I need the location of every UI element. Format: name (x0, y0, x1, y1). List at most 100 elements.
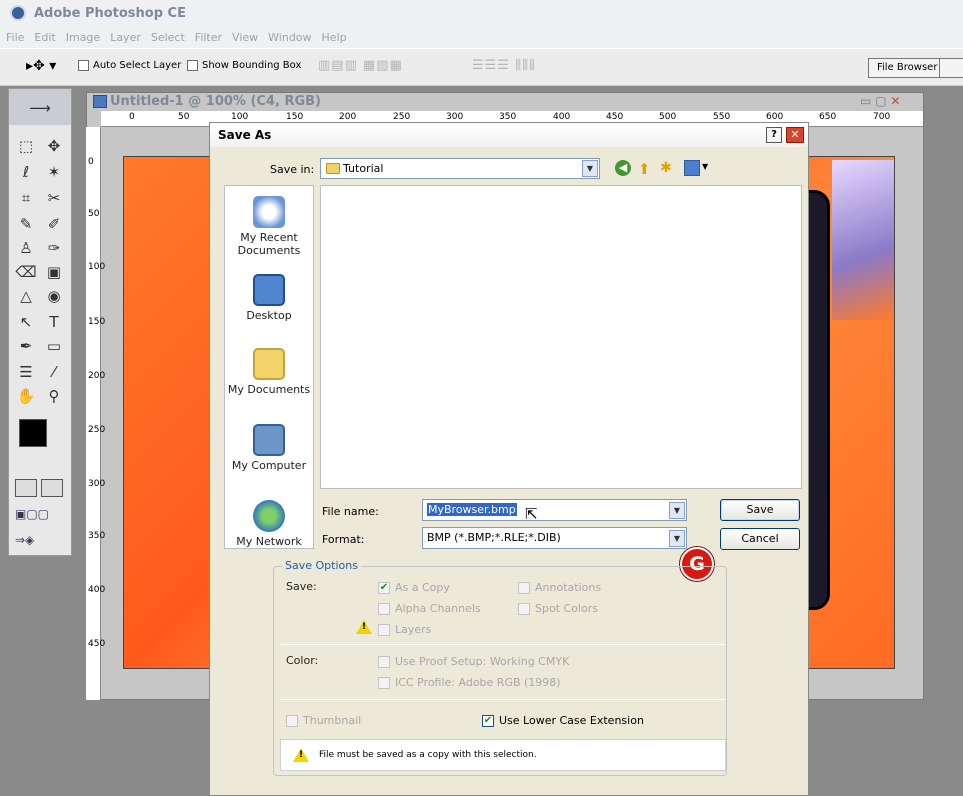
chevron-down-icon[interactable]: ▼ (669, 502, 685, 519)
shape-tool-icon[interactable]: ▭ (41, 335, 67, 357)
foreground-color-swatch[interactable] (19, 419, 47, 447)
menu-window[interactable]: Window (262, 28, 315, 44)
ruler-tick: 700 (873, 112, 891, 122)
menu-layer[interactable]: Layer (104, 28, 145, 44)
app-title: Adobe Photoshop CE (34, 6, 186, 21)
eyedropper-icon[interactable]: ⁄ (41, 361, 67, 383)
spot-colors-checkbox (518, 602, 530, 615)
screen-mode-icons[interactable]: ▣▢▢ (15, 507, 63, 523)
dialog-title: Save As (218, 128, 272, 142)
minimize-button[interactable]: ▭ (860, 94, 871, 108)
place-desktop[interactable]: Desktop (225, 274, 313, 322)
lasso-tool-icon[interactable]: ℓ (13, 161, 39, 183)
dodge-tool-icon[interactable]: ◉ (41, 285, 67, 307)
crop-tool-icon[interactable]: ⌗ (13, 187, 39, 209)
ruler-tick: 50 (88, 209, 100, 219)
save-button[interactable]: Save (720, 499, 800, 521)
place-my-recent-documents[interactable]: My Recent Documents (225, 196, 313, 257)
up-folder-icon[interactable]: ⬆ (638, 160, 651, 178)
marquee-tool-icon[interactable]: ⬚ (13, 135, 39, 157)
as-a-copy-checkbox (378, 581, 390, 594)
menu-filter[interactable]: Filter (189, 28, 226, 44)
show-bounding-box-option[interactable]: Show Bounding Box (187, 60, 301, 71)
ruler-tick: 300 (446, 112, 464, 122)
view-menu-icon[interactable] (684, 160, 700, 176)
chevron-down-icon[interactable]: ▼ (669, 530, 685, 547)
ruler-tick: 350 (499, 112, 517, 122)
lower-case-extension-checkbox[interactable] (482, 714, 494, 727)
place-my-documents[interactable]: My Documents (225, 348, 313, 396)
bounding-box-checkbox[interactable] (187, 60, 198, 71)
lower-case-extension-label: Use Lower Case Extension (499, 714, 644, 727)
alpha-channels-checkbox (378, 602, 390, 615)
menu-file[interactable]: File (0, 28, 28, 44)
view-menu-chevron-icon[interactable]: ▼ (702, 162, 708, 171)
eraser-tool-icon[interactable]: ⌫ (13, 261, 39, 283)
slice-tool-icon[interactable]: ✂ (41, 187, 67, 209)
stamp-tool-icon[interactable]: ♙ (13, 237, 39, 259)
place-my-network[interactable]: My Network (225, 500, 313, 548)
quick-mask-icon[interactable] (41, 479, 63, 497)
format-dropdown[interactable]: BMP (*.BMP;*.RLE;*.DIB) ▼ (422, 527, 687, 549)
path-select-icon[interactable]: ↖ (13, 311, 39, 333)
back-icon[interactable]: ◀ (615, 160, 631, 176)
feather-icon[interactable]: ⟶ (27, 97, 53, 119)
close-document-button[interactable]: ✕ (890, 94, 900, 108)
my-network-icon (253, 500, 285, 532)
move-tool-icon[interactable]: ▸✥ ▾ (26, 58, 56, 74)
file-browser-tab[interactable]: File Browser (868, 58, 940, 78)
distribute-icons[interactable]: ☰☰☰ ⫼⫼⫼ (472, 58, 536, 73)
save-as-dialog: Save As ? ✕ Save in: Tutorial ▼ ◀ ⬆ ✱ ▼ … (209, 122, 809, 796)
brush-tool-icon[interactable]: ✐ (41, 213, 67, 235)
file-list[interactable] (320, 185, 802, 489)
cancel-button[interactable]: Cancel (720, 528, 800, 550)
notes-tool-icon[interactable]: ☰ (13, 361, 39, 383)
bounding-box-label: Show Bounding Box (202, 60, 302, 71)
ruler-tick: 600 (766, 112, 784, 122)
palette-well-tab[interactable] (940, 58, 963, 78)
magic-wand-icon[interactable]: ✶ (41, 161, 67, 183)
help-button[interactable]: ? (766, 127, 782, 143)
file-name-input[interactable]: MyBrowser.bmp ▼ (422, 499, 687, 521)
save-in-dropdown[interactable]: Tutorial ▼ (320, 158, 600, 179)
places-bar: My Recent Documents Desktop My Documents… (224, 185, 314, 549)
divider (280, 699, 726, 700)
type-tool-icon[interactable]: T (41, 311, 67, 333)
imageready-jump-icon[interactable]: ⇒◈ (15, 533, 63, 549)
auto-select-layer-option[interactable]: Auto Select Layer (78, 60, 181, 71)
ruler-tick: 350 (88, 531, 106, 541)
recent-documents-icon (253, 196, 285, 228)
blur-tool-icon[interactable]: △ (13, 285, 39, 307)
history-brush-icon[interactable]: ✑ (41, 237, 67, 259)
toolbox: ⟶ ⬚ ✥ ℓ ✶ ⌗ ✂ ✎ ✐ ♙ ✑ ⌫ ▣ △ ◉ ↖ T ✒ ▭ ☰ … (8, 88, 72, 556)
move-tool-icon[interactable]: ✥ (41, 135, 67, 157)
alpha-channels-option: Alpha Channels (378, 602, 481, 615)
close-button[interactable]: ✕ (786, 127, 804, 143)
align-icons[interactable]: ▥▤▥ ▦▧▦ (318, 58, 403, 73)
new-folder-icon[interactable]: ✱ (660, 160, 672, 176)
pen-tool-icon[interactable]: ✒ (13, 335, 39, 357)
menu-edit[interactable]: Edit (28, 28, 59, 44)
warning-icon: ! (356, 620, 372, 634)
hand-tool-icon[interactable]: ✋ (13, 385, 39, 407)
maximize-button[interactable]: ▢ (875, 94, 886, 108)
menu-select[interactable]: Select (145, 28, 189, 44)
place-my-computer[interactable]: My Computer (225, 424, 313, 472)
gradient-tool-icon[interactable]: ▣ (41, 261, 67, 283)
chevron-down-icon[interactable]: ▼ (582, 160, 598, 177)
ruler-tick: 50 (178, 112, 190, 122)
ruler-tick: 250 (88, 425, 106, 435)
menu-image[interactable]: Image (60, 28, 104, 44)
auto-select-checkbox[interactable] (78, 60, 89, 71)
zoom-tool-icon[interactable]: ⚲ (41, 385, 67, 407)
menu-help[interactable]: Help (316, 28, 351, 44)
my-documents-icon (253, 348, 285, 380)
standard-mode-icon[interactable] (15, 479, 37, 497)
photoshop-app-icon (10, 5, 26, 21)
ruler-tick: 400 (553, 112, 571, 122)
healing-brush-icon[interactable]: ✎ (13, 213, 39, 235)
file-name-label: File name: (322, 505, 379, 518)
lower-case-extension-option[interactable]: Use Lower Case Extension (482, 714, 644, 727)
menu-view[interactable]: View (226, 28, 262, 44)
ruler-tick: 0 (88, 157, 94, 167)
